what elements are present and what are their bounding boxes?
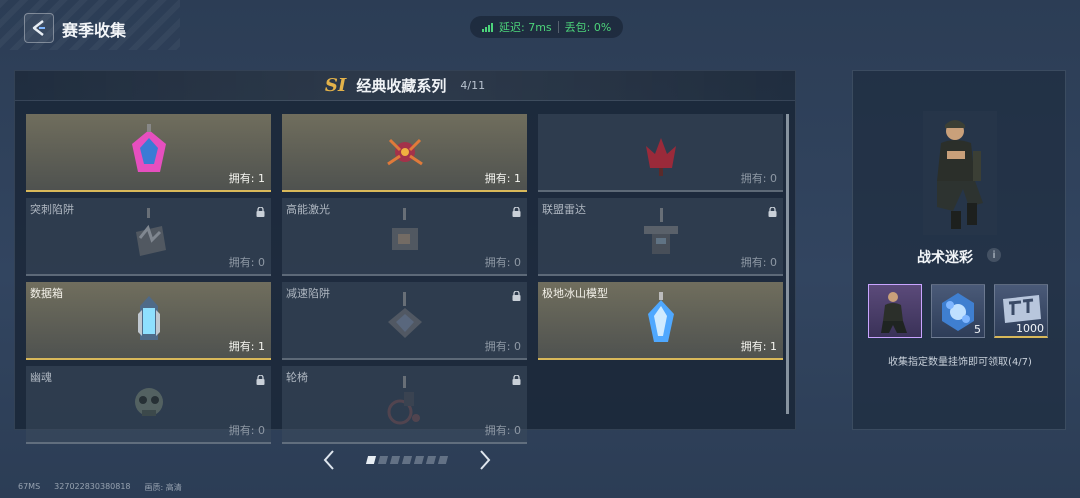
reward-qty: 1000 — [1016, 322, 1044, 335]
lock-icon — [512, 202, 521, 221]
packet-loss-text: 丢包: 0% — [564, 21, 612, 34]
owned-count: 拥有: 1 — [740, 340, 777, 353]
owned-count: 拥有: 0 — [740, 256, 777, 269]
quality-text: 画质: 高清 — [145, 482, 182, 493]
owned-count: 拥有: 0 — [228, 424, 265, 437]
lock-icon — [512, 286, 521, 305]
card-name: 高能激光 — [286, 203, 330, 216]
page-dot[interactable] — [401, 456, 413, 464]
series-title: 经典收藏系列 — [356, 77, 447, 95]
collection-panel: SI 经典收藏系列 4/11 拥有: 1 拥有: 1 拥有: 0 突刺陷阱 拥有: 0高… — [14, 70, 796, 444]
page-dot[interactable] — [377, 456, 389, 464]
page-dot[interactable] — [365, 456, 377, 464]
collection-card[interactable]: 轮椅拥有: 0 — [282, 366, 527, 444]
reward-items: 5 1000 — [868, 284, 1048, 338]
season-badge: SI — [324, 75, 347, 96]
card-name: 幽魂 — [30, 371, 52, 384]
collection-card[interactable]: 数据箱拥有: 1 — [26, 282, 271, 360]
owned-count: 拥有: 0 — [228, 256, 265, 269]
red-flower-charm-icon — [645, 138, 676, 176]
collection-card[interactable]: 拥有: 1 — [26, 114, 271, 192]
laser-charm-icon — [391, 208, 418, 250]
lock-icon — [768, 202, 777, 221]
data-box-charm-icon — [137, 296, 160, 340]
reward-item-crate[interactable]: 5 — [931, 284, 985, 338]
page-dot[interactable] — [413, 456, 425, 464]
owned-count: 拥有: 1 — [484, 172, 521, 185]
slow-trap-charm-icon — [387, 292, 422, 338]
top-bar: 赛季收集 延迟: 7ms 丢包: 0% — [0, 0, 1080, 56]
owned-count: 拥有: 0 — [484, 424, 521, 437]
pager — [322, 448, 492, 472]
lock-icon — [256, 202, 265, 221]
iceberg-charm-icon — [647, 292, 674, 342]
collection-card[interactable]: 突刺陷阱拥有: 0 — [26, 198, 271, 276]
back-button[interactable] — [24, 13, 54, 43]
player-id-text: 327022830380818 — [54, 482, 131, 491]
status-divider — [557, 21, 559, 33]
collection-card[interactable]: 幽魂拥有: 0 — [26, 366, 271, 444]
owned-count: 拥有: 0 — [484, 256, 521, 269]
page-dot[interactable] — [425, 456, 437, 464]
network-status: 延迟: 7ms 丢包: 0% — [470, 16, 624, 38]
wheelchair-charm-icon — [387, 376, 420, 425]
hero-portrait-image — [923, 111, 997, 235]
lock-icon — [256, 370, 265, 389]
owned-count: 拥有: 1 — [228, 172, 265, 185]
fps-text: 67MS — [18, 482, 41, 491]
spider-mech-charm-icon — [386, 138, 423, 166]
pink-crystal-charm-icon — [131, 124, 166, 172]
next-page-icon[interactable] — [478, 449, 492, 471]
info-icon[interactable]: i — [987, 248, 1001, 262]
page-dot[interactable] — [437, 456, 449, 464]
collection-card[interactable]: 联盟雷达拥有: 0 — [538, 198, 783, 276]
owned-count: 拥有: 0 — [740, 172, 777, 185]
quality-value: 高清 — [165, 483, 182, 492]
ghost-skull-charm-icon — [134, 388, 163, 416]
series-progress: 4/11 — [460, 79, 486, 92]
collection-grid: 拥有: 1 拥有: 1 拥有: 0 突刺陷阱 拥有: 0 高能激光 拥有: 0 联盟雷达 拥有:… — [26, 114, 784, 444]
scrollbar-thumb[interactable] — [786, 114, 789, 414]
reward-item-skin[interactable] — [868, 284, 922, 338]
series-header: SI 经典收藏系列 4/11 — [15, 71, 795, 101]
owned-count: 拥有: 1 — [228, 340, 265, 353]
card-name: 数据箱 — [30, 287, 63, 300]
signal-icon — [482, 22, 493, 32]
reward-name: 战术迷彩 — [917, 250, 973, 266]
reward-item-voucher[interactable]: 1000 — [994, 284, 1048, 338]
latency-text: 延迟: 7ms — [499, 21, 552, 34]
lock-icon — [512, 370, 521, 389]
page-indicator — [365, 456, 449, 464]
prev-page-icon[interactable] — [322, 449, 336, 471]
spike-trap-charm-icon — [135, 208, 166, 256]
reward-qty: 5 — [974, 323, 981, 336]
collection-card[interactable]: 拥有: 0 — [538, 114, 783, 192]
card-name: 联盟雷达 — [542, 203, 586, 216]
collection-card[interactable]: 拥有: 1 — [282, 114, 527, 192]
quality-label: 画质: — [144, 483, 164, 492]
footer-info: 67MS 327022830380818 画质: 高清 — [18, 482, 182, 493]
owned-count: 拥有: 0 — [484, 340, 521, 353]
collection-card[interactable]: 高能激光拥有: 0 — [282, 198, 527, 276]
collection-card[interactable]: 减速陷阱拥有: 0 — [282, 282, 527, 360]
radar-charm-icon — [643, 208, 678, 254]
card-name: 轮椅 — [286, 371, 308, 384]
back-arrow-icon — [32, 20, 45, 36]
page-dot[interactable] — [389, 456, 401, 464]
card-name: 极地冰山模型 — [542, 287, 608, 300]
collection-card[interactable]: 极地冰山模型拥有: 1 — [538, 282, 783, 360]
reward-panel: 战术迷彩 i 5 1000 收集指定数量挂饰即可领取(4/7) — [852, 70, 1066, 430]
claim-condition-text: 收集指定数量挂饰即可领取(4/7) — [888, 357, 1032, 368]
page-title: 赛季收集 — [62, 21, 127, 40]
character-skin-icon — [881, 292, 907, 333]
card-name: 减速陷阱 — [286, 287, 330, 300]
grid-scrollbar[interactable] — [786, 114, 789, 414]
card-name: 突刺陷阱 — [30, 203, 74, 216]
